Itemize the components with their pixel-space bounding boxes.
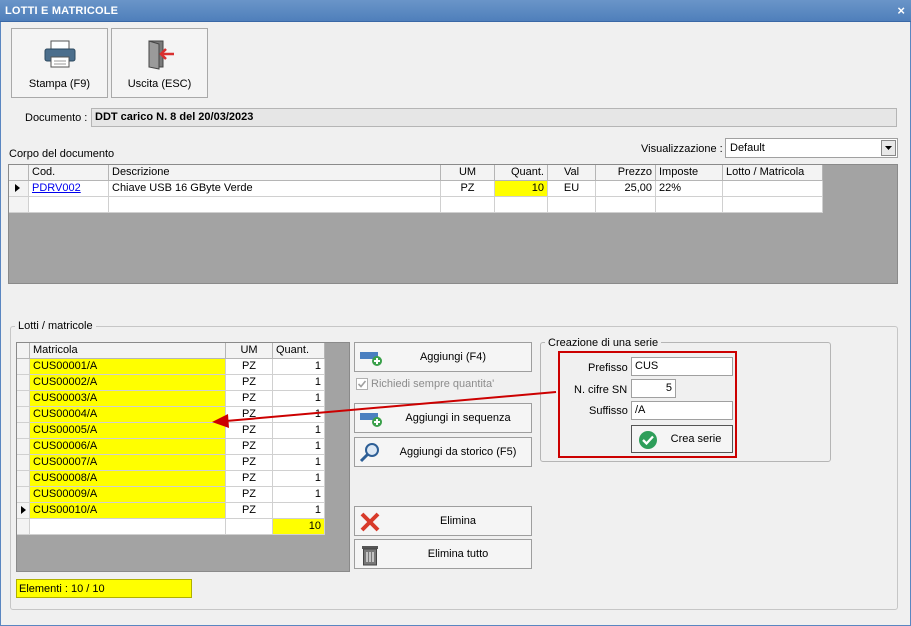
annotation-arrow (212, 391, 557, 428)
